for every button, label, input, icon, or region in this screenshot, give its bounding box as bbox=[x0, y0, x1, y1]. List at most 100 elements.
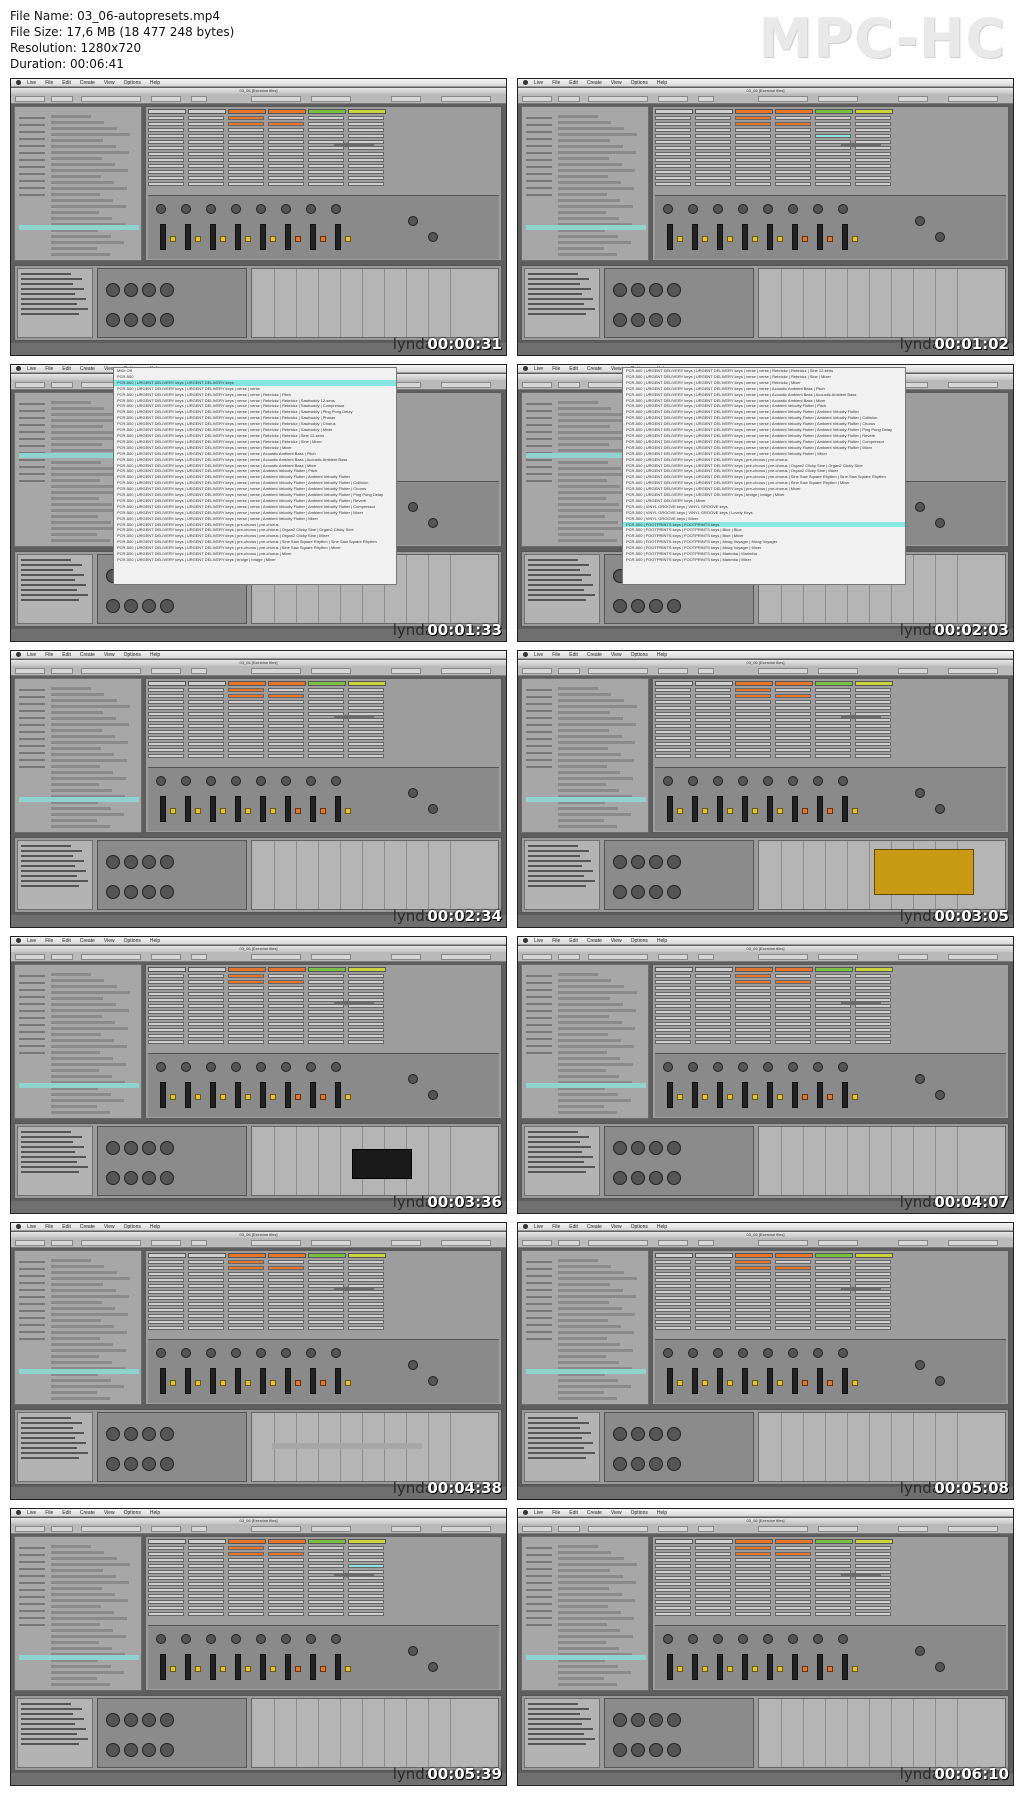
track-header[interactable] bbox=[815, 967, 853, 972]
menu-item[interactable]: Help bbox=[657, 1510, 667, 1516]
clip-slot[interactable] bbox=[188, 1034, 224, 1038]
clip-slot[interactable] bbox=[735, 1564, 771, 1568]
browser-list-item[interactable] bbox=[558, 1575, 623, 1578]
clip-slot[interactable] bbox=[148, 1314, 184, 1318]
macro-knob[interactable] bbox=[142, 1457, 156, 1471]
send-knob[interactable] bbox=[331, 1348, 341, 1358]
macro-knob[interactable] bbox=[106, 1427, 120, 1441]
clip-slot[interactable] bbox=[655, 1326, 691, 1330]
toolbar-control[interactable] bbox=[251, 954, 301, 960]
volume-fader[interactable] bbox=[667, 1654, 673, 1680]
browser-list-item[interactable] bbox=[558, 1587, 609, 1590]
clip-slot[interactable] bbox=[348, 700, 384, 704]
browser-list-item[interactable] bbox=[558, 825, 617, 828]
macro-knob[interactable] bbox=[160, 313, 174, 327]
browser-category[interactable] bbox=[19, 1003, 45, 1005]
browser-category[interactable] bbox=[19, 424, 45, 426]
browser-list-item[interactable] bbox=[558, 1075, 619, 1078]
clip-slot[interactable] bbox=[855, 688, 891, 692]
toolbar-control[interactable] bbox=[391, 1240, 421, 1246]
browser-list-item[interactable] bbox=[51, 813, 124, 816]
menu-item[interactable]: Options bbox=[631, 938, 648, 944]
clip-slot[interactable] bbox=[228, 1010, 264, 1014]
clip-slot[interactable] bbox=[188, 694, 224, 698]
clip-slot[interactable] bbox=[815, 1010, 851, 1014]
clip-slot[interactable] bbox=[308, 134, 344, 138]
volume-fader[interactable] bbox=[235, 224, 241, 250]
clip-slot[interactable] bbox=[348, 1272, 384, 1276]
browser-list-item[interactable] bbox=[51, 401, 91, 404]
browser-list-item[interactable] bbox=[558, 163, 622, 166]
browser-list-item[interactable] bbox=[51, 1617, 127, 1620]
clip-slot[interactable] bbox=[188, 146, 224, 150]
clip-slot[interactable] bbox=[655, 1296, 691, 1300]
clip-slot[interactable] bbox=[268, 1290, 304, 1294]
toolbar-control[interactable] bbox=[898, 96, 928, 102]
clip-slot[interactable] bbox=[268, 182, 304, 186]
clip-slot[interactable] bbox=[188, 748, 224, 752]
clip-slot[interactable] bbox=[775, 1552, 811, 1556]
clip-slot[interactable] bbox=[228, 116, 264, 120]
clip-slot[interactable] bbox=[188, 1600, 224, 1604]
macro-knob[interactable] bbox=[142, 1743, 156, 1757]
track-activator-button[interactable] bbox=[320, 808, 326, 814]
browser-category[interactable] bbox=[19, 745, 45, 747]
track-activator-button[interactable] bbox=[170, 1666, 176, 1672]
browser-list-item[interactable] bbox=[558, 1683, 617, 1686]
cue-knob[interactable] bbox=[935, 1662, 945, 1672]
browser-category[interactable] bbox=[526, 1282, 552, 1284]
browser-list-item[interactable] bbox=[558, 729, 609, 732]
clip-slot[interactable] bbox=[655, 1272, 691, 1276]
clip-slot[interactable] bbox=[228, 736, 264, 740]
clip-slot[interactable] bbox=[815, 754, 851, 758]
clip-slot[interactable] bbox=[695, 742, 731, 746]
browser-list-item[interactable] bbox=[51, 1051, 100, 1054]
browser-category[interactable] bbox=[526, 1568, 552, 1570]
menu-item[interactable]: Help bbox=[657, 938, 667, 944]
browser-list-item[interactable] bbox=[558, 771, 620, 774]
track-header[interactable] bbox=[148, 109, 186, 114]
send-knob[interactable] bbox=[331, 776, 341, 786]
volume-fader[interactable] bbox=[842, 1654, 848, 1680]
master-knob[interactable] bbox=[408, 1074, 418, 1084]
send-knob[interactable] bbox=[763, 1634, 773, 1644]
menu-item[interactable]: View bbox=[611, 1224, 622, 1230]
browser-category[interactable] bbox=[526, 689, 552, 691]
clip-slot[interactable] bbox=[735, 1040, 771, 1044]
clip-slot[interactable] bbox=[228, 134, 264, 138]
clip-slot[interactable] bbox=[695, 748, 731, 752]
clip-slot[interactable] bbox=[775, 1570, 811, 1574]
clip-slot[interactable] bbox=[148, 1564, 184, 1568]
volume-fader[interactable] bbox=[210, 224, 216, 250]
clip-slot[interactable] bbox=[188, 742, 224, 746]
clip-slot[interactable] bbox=[228, 1558, 264, 1562]
track-header[interactable] bbox=[775, 967, 813, 972]
browser-list-item[interactable] bbox=[558, 217, 619, 220]
browser-list-item[interactable] bbox=[558, 151, 636, 154]
browser-category[interactable] bbox=[526, 1261, 552, 1263]
clip-slot[interactable] bbox=[695, 152, 731, 156]
clip-slot[interactable] bbox=[228, 700, 264, 704]
toolbar-control[interactable] bbox=[391, 954, 421, 960]
browser-list-item[interactable] bbox=[558, 753, 621, 756]
browser-list-item[interactable] bbox=[51, 205, 126, 208]
clip-slot[interactable] bbox=[348, 706, 384, 710]
track-activator-button[interactable] bbox=[170, 1094, 176, 1100]
browser-category[interactable] bbox=[19, 1282, 45, 1284]
track-header[interactable] bbox=[148, 1253, 186, 1258]
track-activator-button[interactable] bbox=[295, 236, 301, 242]
browser-category[interactable] bbox=[19, 417, 45, 419]
volume-fader[interactable] bbox=[842, 1082, 848, 1108]
macro-knob[interactable] bbox=[106, 1141, 120, 1155]
browser-list-item[interactable] bbox=[558, 705, 637, 708]
master-knob[interactable] bbox=[915, 1646, 925, 1656]
menu-item[interactable]: Create bbox=[80, 938, 95, 944]
menu-item[interactable]: Create bbox=[80, 652, 95, 658]
macro-knob[interactable] bbox=[649, 1171, 663, 1185]
track-activator-button[interactable] bbox=[677, 1380, 683, 1386]
clip-slot[interactable] bbox=[268, 980, 304, 984]
clip-slot[interactable] bbox=[308, 1546, 344, 1550]
browser-list-item[interactable] bbox=[558, 1325, 621, 1328]
browser-list-item[interactable] bbox=[51, 1551, 104, 1554]
menu-item[interactable]: Help bbox=[150, 1224, 160, 1230]
